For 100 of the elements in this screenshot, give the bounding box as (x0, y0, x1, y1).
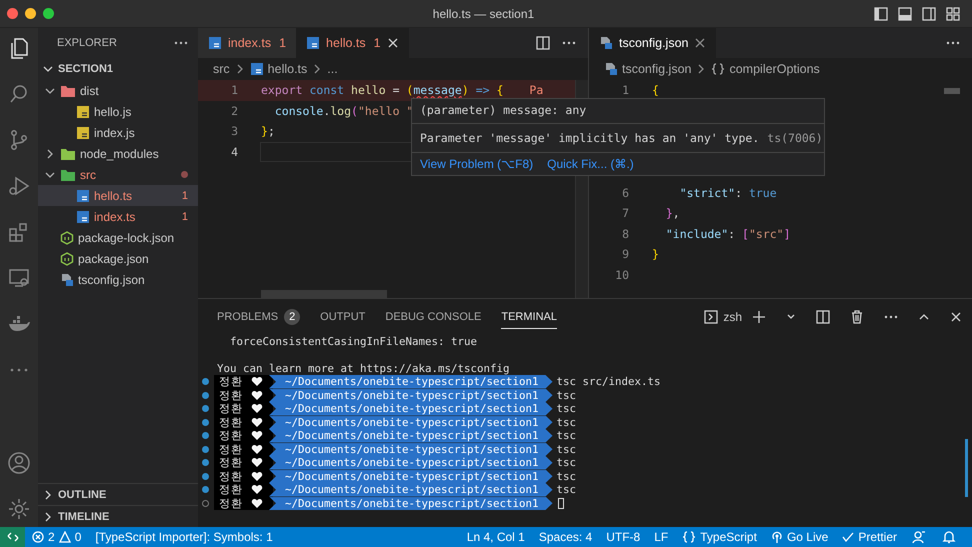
code-line: { (652, 83, 659, 98)
line-number: 1 (230, 83, 238, 98)
panel-toggle-icon[interactable] (898, 6, 912, 20)
open-folder-icon (60, 84, 76, 98)
tree-item[interactable]: dist (38, 80, 198, 101)
breadcrumb-item[interactable]: hello.ts (268, 62, 308, 76)
tree-item[interactable]: hello.ts 1 (38, 185, 198, 206)
close-icon[interactable] (950, 311, 962, 323)
config-file-icon (604, 62, 618, 76)
code-line: }; (261, 124, 275, 138)
status-item[interactable]: UTF-8 (599, 530, 648, 544)
close-icon[interactable] (386, 37, 399, 49)
breadcrumb-item[interactable]: src (213, 62, 230, 76)
terminal-command: tsc (556, 388, 576, 402)
js-file-icon (76, 104, 90, 118)
feedback-icon[interactable] (912, 530, 926, 544)
line-number: 10 (614, 268, 629, 282)
error-message: Parameter 'message' implicitly has an 'any' type. (420, 131, 760, 145)
close-window-button[interactable] (7, 8, 18, 19)
sidebar-toggle-icon[interactable] (874, 6, 888, 20)
status-item[interactable]: Spaces: 4 (532, 530, 600, 544)
status-item[interactable]: Ln 4, Col 1 (460, 530, 532, 544)
prompt-user-segment: 정환 (214, 442, 273, 456)
heart-icon (251, 457, 263, 468)
status-item[interactable]: TypeScript (675, 530, 764, 544)
panel-tab[interactable]: PROBLEMS 2 (217, 305, 300, 329)
tree-item[interactable]: package-lock.json (38, 227, 198, 248)
tree-item[interactable]: package.json (38, 248, 198, 269)
panel-tab[interactable]: OUTPUT (320, 305, 366, 329)
terminal-command: tsc src/index.ts (556, 375, 661, 388)
secondary-sidebar-icon[interactable] (922, 6, 936, 20)
status-item[interactable]: LF (647, 530, 676, 544)
heart-icon (251, 444, 263, 455)
line-number: 1 (621, 83, 629, 98)
panel-tab[interactable]: DEBUG CONSOLE (385, 305, 482, 329)
run-debug-icon[interactable] (7, 174, 31, 198)
line-number: 6 (621, 186, 629, 200)
count-badge: 2 (284, 308, 300, 324)
layout-grid-icon[interactable] (946, 6, 960, 20)
hover-signature: (parameter) message: any (412, 99, 824, 124)
problems-status[interactable]: 2 0 (25, 530, 88, 544)
zoom-window-button[interactable] (43, 8, 54, 19)
breadcrumb-item[interactable]: ... (327, 62, 338, 76)
minimize-window-button[interactable] (25, 8, 36, 19)
problem-dot (181, 171, 188, 178)
remote-button[interactable] (0, 527, 25, 547)
hover-action-link[interactable]: View Problem (⌥F8) (420, 157, 534, 171)
prompt-path-segment: ~/Documents/onebite-typescript/section1 (269, 429, 553, 442)
ts-file-icon (250, 62, 264, 76)
status-item[interactable]: Go Live (764, 530, 836, 544)
split-terminal-icon[interactable] (816, 310, 830, 324)
prompt-user-segment: 정환 (214, 416, 273, 429)
tree-item[interactable]: node_modules (38, 143, 198, 164)
hexagon-file-icon (60, 252, 74, 266)
tree-item[interactable]: index.ts 1 (38, 206, 198, 227)
window-title: hello.ts — section1 (432, 6, 536, 20)
breadcrumb-item[interactable]: tsconfig.json (622, 62, 692, 76)
panel-tab[interactable]: TERMINAL (501, 305, 557, 329)
breadcrumb-item[interactable]: compilerOptions (729, 62, 820, 76)
editor-tab[interactable]: index.ts 1 (198, 28, 296, 58)
ts-file-icon (76, 188, 90, 202)
prompt-path-segment: ~/Documents/onebite-typescript/section1 (269, 388, 553, 402)
account-icon[interactable] (7, 451, 31, 475)
status-message[interactable]: [TypeScript Importer]: Symbols: 1 (88, 530, 280, 544)
prompt-user-segment: 정환 (214, 388, 273, 402)
terminal-command: tsc (556, 483, 576, 496)
braces-icon (711, 63, 726, 75)
heart-icon (251, 390, 263, 401)
split-editor-icon[interactable] (536, 36, 550, 50)
status-item[interactable]: Prettier (835, 530, 904, 544)
notifications-bell-icon[interactable] (942, 530, 956, 544)
remote-icon (6, 531, 18, 543)
hover-action-link[interactable]: Quick Fix... (⌘.) (547, 157, 634, 171)
broadcast-icon (770, 531, 783, 543)
line-number: 4 (230, 144, 238, 159)
heart-icon (251, 470, 263, 482)
tree-item[interactable]: src (38, 164, 198, 185)
trash-icon[interactable] (850, 310, 864, 324)
tree-item[interactable]: tsconfig.json (38, 269, 198, 290)
minimap (944, 88, 960, 94)
code-line: "strict": true (678, 186, 777, 200)
tree-item[interactable]: hello.js (38, 101, 198, 122)
section-header[interactable]: OUTLINE (38, 483, 198, 505)
terminal-output: You can learn more at https://aka.ms/tsconfig (216, 362, 511, 375)
close-icon[interactable] (694, 37, 706, 49)
ts-file-icon (208, 36, 222, 50)
config-file-icon (60, 272, 74, 286)
editor-tab[interactable]: tsconfig.json (589, 28, 716, 58)
plus-icon[interactable] (752, 310, 766, 324)
terminal-scrollbar[interactable] (965, 439, 968, 497)
prompt-path-segment: ~/Documents/onebite-typescript/section1 (269, 470, 553, 483)
terminal-command: tsc (556, 456, 576, 470)
section-header[interactable]: SECTION1 (38, 58, 198, 80)
settings-icon[interactable] (7, 497, 31, 521)
editor-tab[interactable]: hello.ts 1 (296, 28, 409, 58)
tree-item[interactable]: index.js (38, 122, 198, 143)
terminal-selector[interactable]: zsh (704, 310, 742, 324)
heart-icon (251, 498, 263, 509)
js-file-icon (76, 126, 90, 140)
horizontal-scrollbar[interactable] (261, 290, 387, 298)
